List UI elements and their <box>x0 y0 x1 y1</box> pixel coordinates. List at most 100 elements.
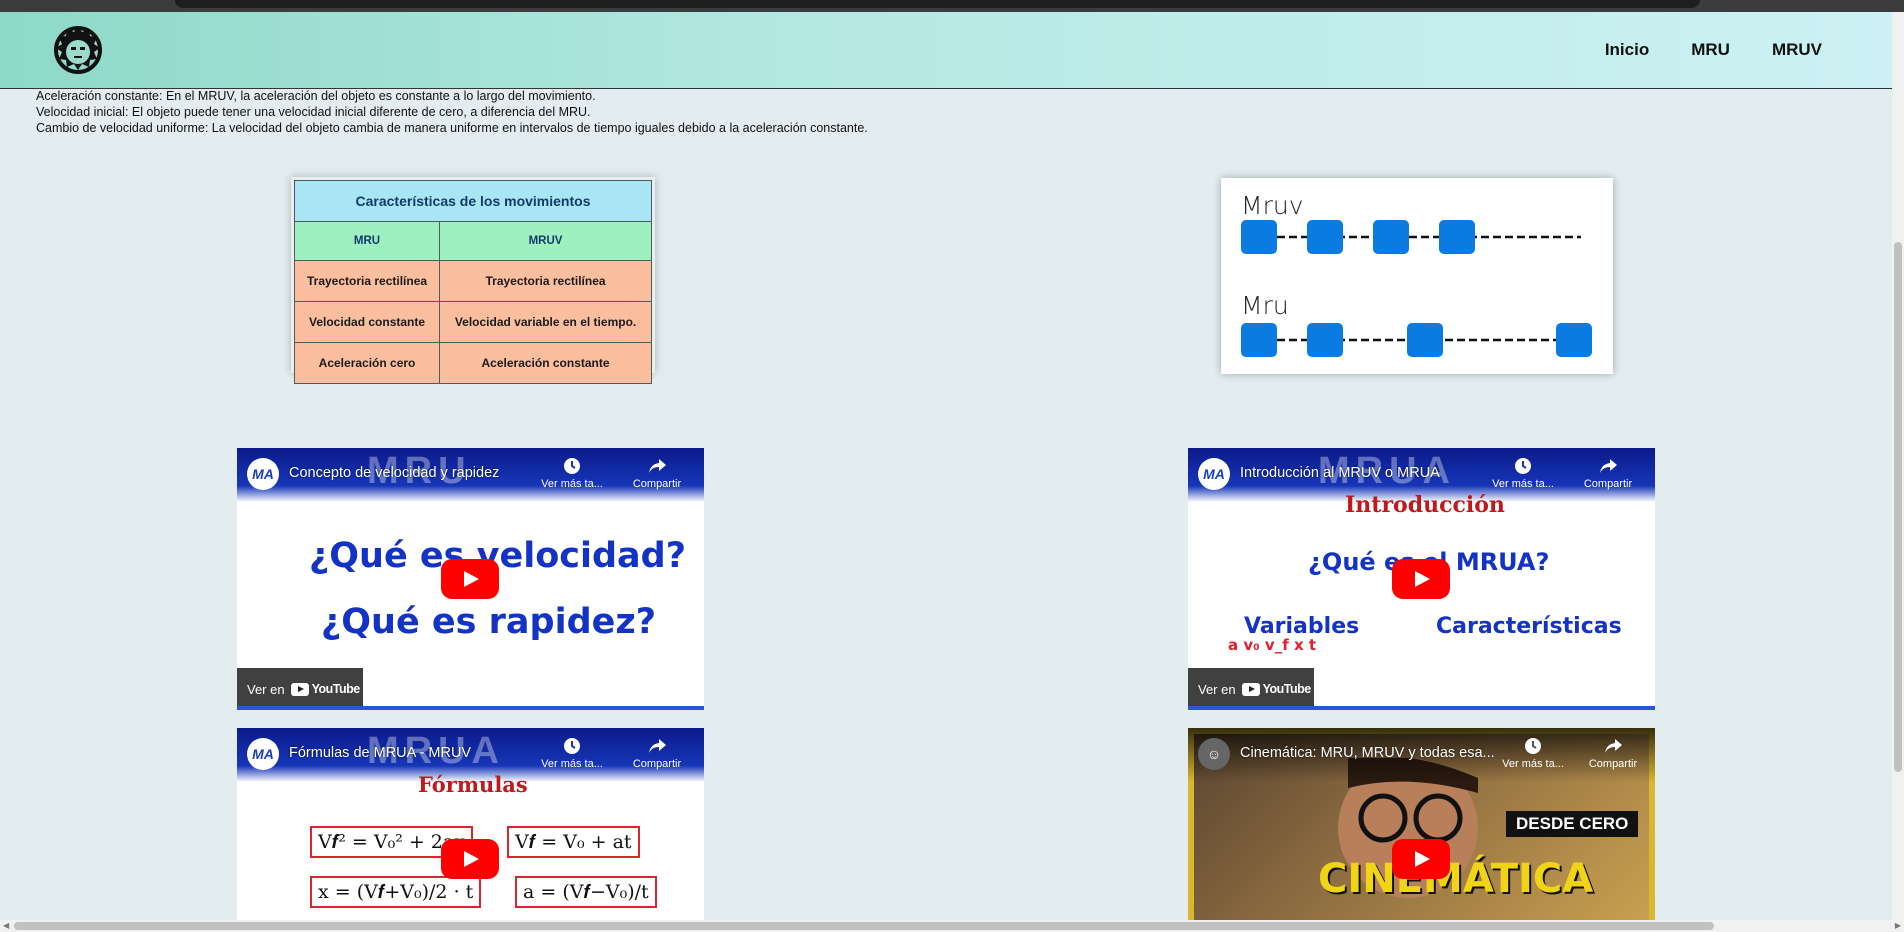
video-heading: Fórmulas <box>418 772 528 797</box>
youtube-logo-icon: YouTube <box>1241 682 1312 696</box>
site-logo-icon[interactable] <box>50 22 106 78</box>
share-label: Compartir <box>1588 758 1638 770</box>
mru-block <box>1241 323 1277 357</box>
mruv-block <box>1373 220 1409 254</box>
share-button[interactable]: Compartir <box>1578 736 1648 770</box>
video-footer-bar <box>237 706 704 710</box>
text-line: Aceleración constante: En el MRUV, la ac… <box>36 89 596 103</box>
browser-tab-strip <box>175 0 1700 8</box>
table-title: Características de los movimientos <box>294 180 652 222</box>
vertical-scrollbar[interactable] <box>1892 12 1904 920</box>
table-cell: Trayectoria rectilínea <box>439 260 652 302</box>
comparison-table: Características de los movimientos MRU M… <box>293 180 652 384</box>
youtube-play-icon[interactable] <box>1392 559 1450 599</box>
watch-later-label: Ver más ta... <box>1492 478 1554 490</box>
table-cell: Velocidad constante <box>293 301 441 343</box>
share-icon <box>649 459 666 473</box>
watch-on-youtube-button[interactable]: Ver en YouTube <box>237 668 363 710</box>
nav-inicio-link[interactable]: Inicio <box>1605 40 1649 60</box>
mru-block <box>1407 323 1443 357</box>
clock-icon <box>564 738 580 754</box>
main-nav: Inicio MRU MRUV <box>1605 12 1822 88</box>
video-variables: a v₀ v_f x t <box>1228 636 1317 654</box>
youtube-logo-icon: YouTube <box>290 682 361 696</box>
nav-mru-link[interactable]: MRU <box>1691 40 1730 60</box>
channel-avatar[interactable]: MA <box>247 738 279 770</box>
mru-block <box>1556 323 1592 357</box>
video-badge: DESDE CERO <box>1506 811 1639 837</box>
youtube-play-icon[interactable] <box>441 839 499 879</box>
youtube-label: YouTube <box>1262 682 1312 696</box>
nav-mruv-link[interactable]: MRUV <box>1772 40 1822 60</box>
share-label: Compartir <box>1583 478 1633 490</box>
table-row: Velocidad constante Velocidad variable e… <box>293 301 652 343</box>
watch-on-label: Ver en <box>247 681 285 697</box>
video-right-label: Características <box>1436 614 1622 639</box>
diagram-svg: Mruv Mru <box>1241 191 1592 357</box>
watch-on-youtube-button[interactable]: Ver en YouTube <box>1188 668 1314 710</box>
watch-later-button[interactable]: Ver más ta... <box>1498 736 1568 770</box>
mruv-block <box>1439 220 1475 254</box>
watch-later-button[interactable]: Ver más ta... <box>537 456 607 490</box>
mruv-characteristics-text: Aceleración constante: En el MRUV, la ac… <box>36 88 868 136</box>
scroll-right-arrow-icon[interactable]: ▶ <box>1895 921 1901 930</box>
horizontal-scrollbar-thumb[interactable] <box>14 922 1714 930</box>
share-button[interactable]: Compartir <box>1573 456 1643 490</box>
table-cell: Aceleración cero <box>293 342 441 384</box>
watch-later-label: Ver más ta... <box>541 478 603 490</box>
formula-box: V𝒇 = V₀ + at <box>507 826 640 858</box>
video-embed-cinematica[interactable]: ☺ Cinemática: MRU, MRUV y todas esa... V… <box>1188 728 1655 920</box>
mru-block <box>1307 323 1343 357</box>
diagram-label-mruv: Mruv <box>1241 191 1304 220</box>
vertical-scrollbar-thumb[interactable] <box>1894 242 1902 772</box>
horizontal-scrollbar[interactable]: ◀ ▶ <box>0 920 1904 932</box>
share-label: Compartir <box>632 758 682 770</box>
video-big-title: CINEMÁTICA <box>1318 856 1594 902</box>
formula-box: a = (V𝒇−V₀)/t <box>515 876 657 908</box>
video-embed-introduccion[interactable]: MRUA MA Introducción al MRUV o MRUA Ver … <box>1188 448 1655 710</box>
video-title[interactable]: Cinemática: MRU, MRUV y todas esa... <box>1240 745 1495 761</box>
text-line: Cambio de velocidad uniforme: La velocid… <box>36 121 868 135</box>
diagram-label-mru: Mru <box>1241 291 1289 320</box>
channel-avatar[interactable]: MA <box>247 458 279 490</box>
share-label: Compartir <box>632 478 682 490</box>
video-title[interactable]: Fórmulas de MRUA - MRUV <box>289 745 471 761</box>
watch-later-button[interactable]: Ver más ta... <box>1488 456 1558 490</box>
youtube-play-icon[interactable] <box>441 559 499 599</box>
channel-avatar[interactable]: ☺ <box>1198 738 1230 770</box>
share-button[interactable]: Compartir <box>622 456 692 490</box>
watch-later-label: Ver más ta... <box>1502 758 1564 770</box>
scroll-left-arrow-icon[interactable]: ◀ <box>3 921 9 930</box>
share-icon <box>1600 459 1617 473</box>
table-row: Trayectoria rectilínea Trayectoria recti… <box>293 260 652 302</box>
table-cell: Velocidad variable en el tiempo. <box>439 301 652 343</box>
site-header: Inicio MRU MRUV <box>0 12 1892 89</box>
share-button[interactable]: Compartir <box>622 736 692 770</box>
text-line: Velocidad inicial: El objeto puede tener… <box>36 105 591 119</box>
watch-later-button[interactable]: Ver más ta... <box>537 736 607 770</box>
table-cell: Aceleración constante <box>439 342 652 384</box>
video-text-line-2: ¿Qué es rapidez? <box>321 602 657 642</box>
youtube-label: YouTube <box>311 682 361 696</box>
comparison-table-image: Características de los movimientos MRU M… <box>291 177 655 384</box>
table-cell: Trayectoria rectilínea <box>293 260 441 302</box>
mruv-block <box>1307 220 1343 254</box>
table-row: Aceleración cero Aceleración constante <box>293 342 652 384</box>
youtube-play-icon[interactable] <box>1392 839 1450 879</box>
video-title[interactable]: Concepto de velocidad y rapidez <box>289 465 499 481</box>
video-embed-formulas[interactable]: MRUA MA Fórmulas de MRUA - MRUV Ver más … <box>237 728 704 920</box>
formula-box: x = (V𝒇+V₀)/2 · t <box>310 876 482 908</box>
share-icon <box>1605 739 1622 753</box>
clock-icon <box>1525 738 1541 754</box>
channel-avatar[interactable]: MA <box>1198 458 1230 490</box>
clock-icon <box>564 458 580 474</box>
video-footer-bar <box>1188 706 1655 710</box>
video-title[interactable]: Introducción al MRUV o MRUA <box>1240 465 1440 481</box>
watch-later-label: Ver más ta... <box>541 758 603 770</box>
mru-mruv-diagram: Mruv Mru <box>1221 178 1613 374</box>
video-embed-velocidad[interactable]: MRU MA Concepto de velocidad y rapidez V… <box>237 448 704 710</box>
video-heading: Introducción <box>1345 492 1505 518</box>
browser-top-bar <box>0 0 1904 12</box>
table-header-mru: MRU <box>293 221 441 261</box>
clock-icon <box>1515 458 1531 474</box>
